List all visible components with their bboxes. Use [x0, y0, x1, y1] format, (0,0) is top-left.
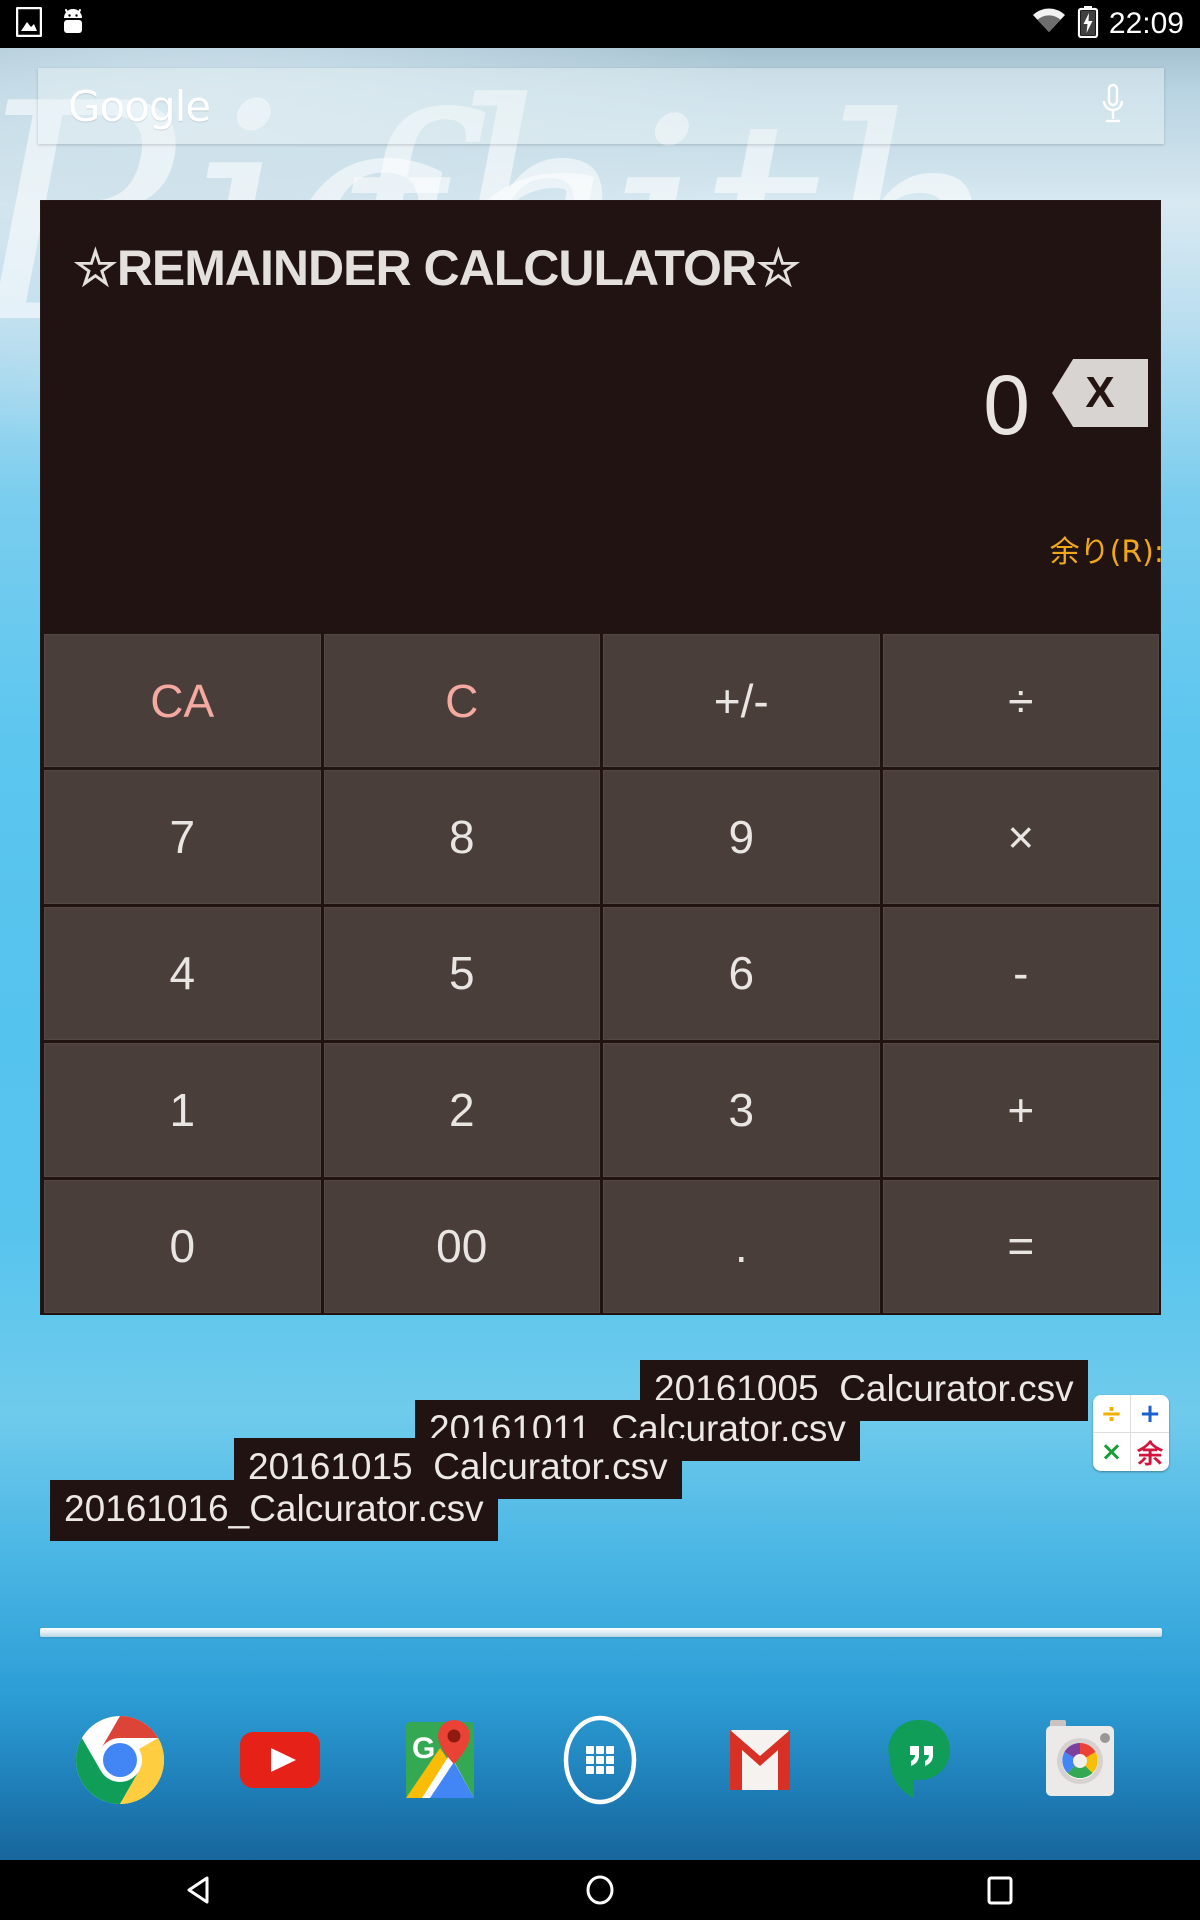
page-indicator-divider: [40, 1628, 1162, 1637]
navigation-bar: [0, 1860, 1200, 1920]
dock-camera[interactable]: [1028, 1708, 1132, 1812]
image-icon: [15, 6, 43, 42]
clear-all-key[interactable]: CA: [44, 634, 321, 768]
divide-quadrant: ÷: [1093, 1395, 1131, 1433]
sign-key[interactable]: +/-: [603, 634, 880, 768]
digit-00-key[interactable]: 00: [323, 1179, 600, 1313]
calculator-app-icon[interactable]: ÷ + × 余: [1093, 1395, 1169, 1471]
digit-4-key[interactable]: 4: [44, 906, 321, 1041]
digit-7-key[interactable]: 7: [44, 770, 321, 904]
display-value: 0: [983, 358, 1030, 452]
digit-3-key[interactable]: 3: [603, 1043, 880, 1177]
svg-text:G: G: [412, 1732, 435, 1765]
equals-key[interactable]: =: [882, 1179, 1159, 1313]
microphone-icon[interactable]: [1098, 82, 1128, 131]
android-icon: [60, 7, 86, 42]
calculator-title: ☆REMAINDER CALCULATOR☆: [73, 240, 801, 296]
backspace-icon[interactable]: X: [1052, 359, 1148, 427]
dock-chrome[interactable]: [68, 1708, 172, 1812]
dock-youtube[interactable]: [228, 1708, 332, 1812]
remainder-label: 余り(R):: [1049, 535, 1164, 570]
battery-charging-icon: [1077, 5, 1099, 43]
digit-2-key[interactable]: 2: [323, 1043, 600, 1177]
multiply-quadrant: ×: [1093, 1433, 1131, 1471]
multiply-key[interactable]: ×: [882, 770, 1159, 904]
home-icon[interactable]: [540, 1860, 660, 1920]
divide-key[interactable]: ÷: [882, 634, 1159, 768]
digit-1-key[interactable]: 1: [44, 1043, 321, 1177]
digit-5-key[interactable]: 5: [323, 906, 600, 1041]
status-bar: 22:09: [0, 0, 1200, 48]
digit-8-key[interactable]: 8: [323, 770, 600, 904]
file-toast: 20161016_Calcurator.csv: [50, 1480, 498, 1541]
status-bar-left-icons: [0, 6, 86, 42]
digit-0-key[interactable]: 0: [44, 1179, 321, 1313]
plus-quadrant: +: [1131, 1395, 1169, 1433]
decimal-key[interactable]: .: [603, 1179, 880, 1313]
status-bar-clock: 22:09: [1108, 7, 1184, 40]
dock-gmail[interactable]: [708, 1708, 812, 1812]
dock-maps[interactable]: G: [388, 1708, 492, 1812]
recents-icon[interactable]: [940, 1860, 1060, 1920]
plus-key[interactable]: +: [882, 1043, 1159, 1177]
digit-6-key[interactable]: 6: [603, 906, 880, 1041]
calculator-keypad[interactable]: CA C +/- ÷ 7 8 9 × 4 5 6- 1 2 3 +0 00. =: [42, 632, 1161, 1315]
dock-app-drawer[interactable]: [548, 1708, 652, 1812]
back-icon[interactable]: [140, 1860, 260, 1920]
google-logo: Google: [68, 81, 211, 131]
remainder-calculator-widget[interactable]: ☆REMAINDER CALCULATOR☆ 0 X 余り(R): CA C +/-…: [40, 200, 1164, 1315]
dock: G: [0, 1690, 1200, 1830]
digit-9-key[interactable]: 9: [603, 770, 880, 904]
remainder-quadrant: 余: [1136, 1439, 1163, 1470]
google-search-bar[interactable]: Google: [38, 68, 1164, 144]
minus-key[interactable]: -: [882, 906, 1159, 1041]
dock-hangouts[interactable]: [868, 1708, 972, 1812]
status-bar-right-icons: 22:09: [1031, 5, 1200, 43]
wifi-icon: [1031, 8, 1067, 41]
clear-key[interactable]: C: [323, 634, 600, 768]
